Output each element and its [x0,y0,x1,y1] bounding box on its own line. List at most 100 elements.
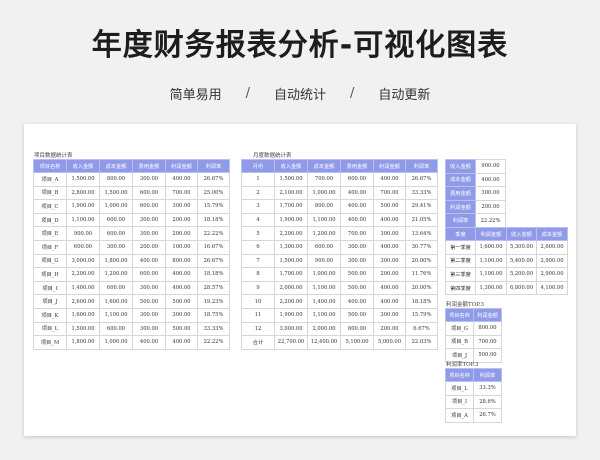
table-row: 项目_L 33.3% [445,381,502,396]
table-cell: 100.00 [165,239,198,255]
column-header: 费用金额 [340,159,374,173]
table-cell: 1,100.00 [307,307,341,323]
table-cell: 600.00 [340,172,374,187]
table-cell: 400.00 [165,280,198,296]
column-header: 收入金额 [506,227,537,241]
table-cell: 1,000.00 [307,267,341,282]
table-cell: 200.00 [132,239,166,255]
table-cell: 项目_B [445,334,474,350]
table-cell: 1,500.00 [274,253,308,269]
table-cell: 800.00 [307,199,341,214]
table-cell: 200.00 [373,321,406,337]
table-cell: 700.00 [340,226,374,241]
table-cell: 600.00 [99,226,133,241]
table-cell: 26.67% [197,253,230,269]
table-cell: 1,100.00 [475,253,507,269]
column-header: 项目名称 [445,368,474,382]
table-cell: 500.00 [132,294,166,309]
table-cell: 200.00 [373,267,406,282]
table-cell: 15.79% [197,199,230,214]
table-row: 项目_L 1,500.00 600.00 300.00 500.00 33.33% [33,321,230,337]
table-cell: 19.23% [197,294,230,309]
tag-auto-statistics: 自动统计 [273,88,326,103]
tag-auto-update: 自动更新 [378,88,431,103]
table-cell: 600.00 [132,267,166,282]
table-cell: 2,800.00 [66,185,100,201]
table-cell: 300.00 [132,321,166,337]
column-header: 利润率 [197,159,230,173]
table-cell: 1,300.00 [475,280,507,296]
table-cell: 利润率 [445,213,476,228]
table-cell: 300.00 [340,253,374,269]
table-cell: 400.00 [340,294,374,309]
table-cell: 600.00 [99,321,133,337]
table-row: 项目_A 1,500.00 800.00 300.00 400.00 26.67% [33,172,230,187]
table-cell: 900.00 [475,159,506,174]
table-cell: 600.00 [99,280,133,296]
table-cell: 600.00 [132,185,166,201]
table-cell: 33.33% [197,321,230,337]
table-cell: 1,700.00 [274,199,308,214]
monthly-data-table: 月份 收入金额 成本金额 费用金额 利润金额 利润率 1 1,500.00 700.00 600… [241,159,438,350]
table-cell: 1,100.00 [66,212,100,228]
table-row: 6 1,300.00 600.00 300.00 400.00 30.77% [241,239,438,255]
column-header: 费用金额 [132,159,166,173]
table-cell: 1,400.00 [66,280,100,296]
table-row: 项目_G 800.00 [445,321,502,336]
column-header: 利润率 [405,159,438,173]
summary-table: 收入金额 900.00 成本金额 400.00 费用金额 300.00 利润金额 200.00… [445,159,506,228]
table-cell: 1,200.00 [307,226,341,241]
profit-amount-top-caption: 利润金额TOP.3 [446,302,485,308]
table-cell: 200.00 [475,199,506,215]
column-header: 项目名称 [33,159,67,173]
table-row: 1 1,500.00 700.00 600.00 400.00 26.67% [241,172,438,187]
table-cell: 1,000.00 [307,185,341,201]
table-cell: 200.00 [165,226,198,241]
table-cell: 800.00 [165,253,198,269]
table-cell: 2 [241,185,275,201]
table-cell: 7 [241,253,275,269]
table-cell: 33.33% [405,185,438,201]
table-row: 项目_G 3,000.00 1,800.00 400.00 800.00 26.67% [33,253,230,269]
table-cell: 6 [241,239,275,255]
table-cell: 项目_D [33,212,67,228]
table-cell: 18.18% [197,212,230,228]
table-row: 利润率 22.22% [445,213,506,228]
table-cell: 10 [241,294,275,309]
table-cell: 700.00 [473,334,502,350]
table-cell: 30.77% [405,239,438,255]
tag-separator: / [350,86,355,101]
table-cell: 1,500.00 [66,172,100,187]
quarterly-table: 季度 利润金额 收入金额 成本金额 第一季度 1,600.00 5,300.00 2,600… [445,227,568,296]
table-cell: 600.00 [307,239,341,255]
table-cell: 成本金额 [445,172,476,188]
table-cell: 26.67% [197,172,230,187]
table-row: 5 2,200.00 1,200.00 700.00 300.00 13.64% [241,226,438,241]
table-cell: 900.00 [66,226,100,241]
table-row: 利润金额 200.00 [445,199,506,215]
table-cell: 1,800.00 [99,253,133,269]
table-cell: 1,000.00 [99,335,133,350]
table-cell: 5,300.00 [506,240,537,255]
table-cell: 300.00 [165,307,198,323]
table-cell: 500.00 [373,199,406,214]
table-row: 第三季度 1,100.00 5,200.00 2,900.00 [445,267,568,282]
table-cell: 2,600.00 [536,240,568,255]
table-cell: 400.00 [132,335,166,350]
table-cell: 400.00 [373,172,406,187]
table-cell: 第三季度 [445,267,476,282]
table-cell: 1,800.00 [66,335,100,350]
table-cell: 13.64% [405,226,438,241]
table-cell: 11.76% [405,267,438,282]
column-header: 项目名称 [445,308,474,322]
table-cell: 第二季度 [445,253,476,269]
table-row: 项目_B 2,800.00 1,500.00 600.00 700.00 25.00% [33,185,230,201]
page-title: 年度财务报表分析-可视化图表 [91,28,509,63]
table-cell: 收入金额 [445,159,476,174]
table-cell: 300.00 [132,307,166,323]
table-row: 9 2,000.00 1,100.00 500.00 400.00 20.00% [241,280,438,296]
table-header-row: 项目名称 利润金额 [445,308,502,322]
table-cell: 4,100.00 [536,280,568,296]
table-cell: 400.00 [340,185,374,201]
column-header: 收入金额 [66,159,100,173]
